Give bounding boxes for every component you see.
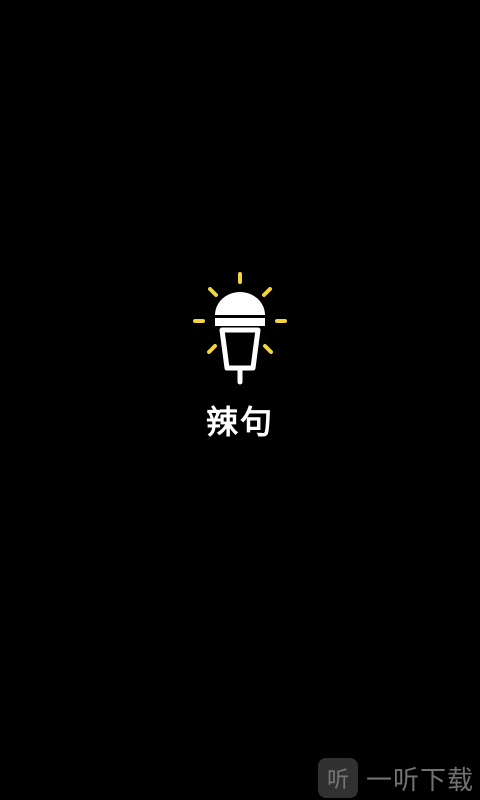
watermark-badge: 听 (318, 758, 358, 798)
microphone-band (215, 318, 265, 326)
splash-screen: 辣句 听 一听下载 (0, 0, 480, 800)
watermark-text: 一听下载 (366, 765, 475, 796)
watermark: 听 一听下载 (318, 756, 474, 800)
app-title: 辣句 (205, 403, 274, 441)
microphone-lightbulb-icon (193, 272, 287, 385)
microphone-handle (219, 327, 261, 371)
microphone-head (215, 292, 265, 315)
